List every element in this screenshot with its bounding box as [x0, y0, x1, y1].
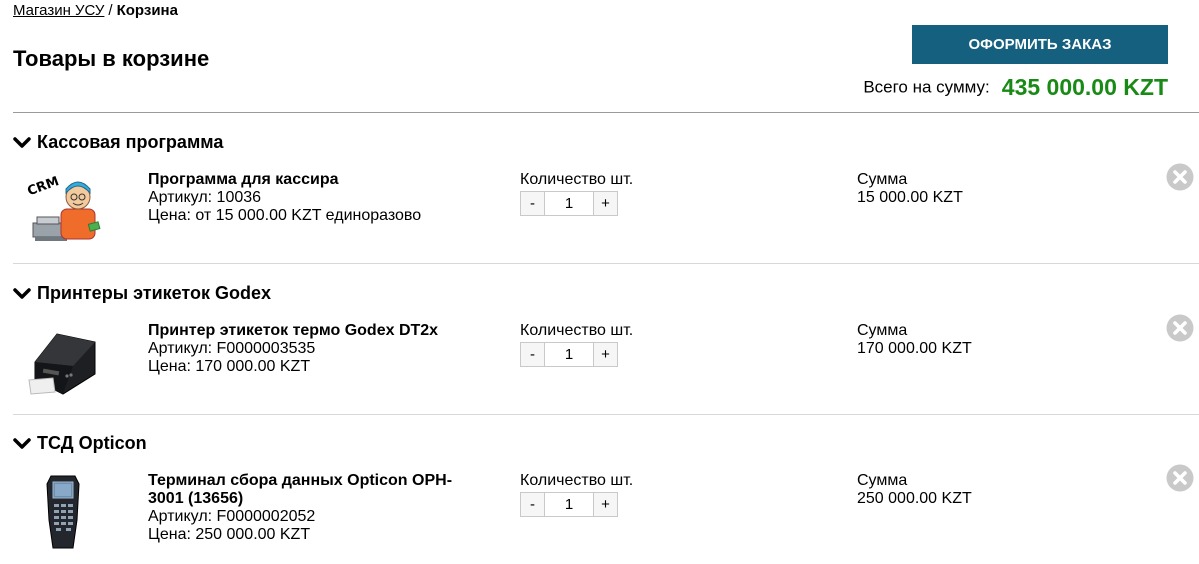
line-sum: Сумма 15 000.00 KZT [857, 171, 963, 207]
quantity-input[interactable] [545, 342, 593, 367]
quantity-block: Количество шт. - + [520, 171, 633, 216]
quantity-decrease-button[interactable]: - [520, 342, 545, 367]
product-name: Принтер этикеток термо Godex DT2x [148, 322, 439, 339]
quantity-increase-button[interactable]: + [593, 342, 618, 367]
remove-item-icon[interactable] [1166, 314, 1194, 342]
quantity-decrease-button[interactable]: - [520, 492, 545, 517]
product-price: Цена: от 15 000.00 KZT единоразово [148, 207, 422, 224]
product-price: Цена: 250 000.00 KZT [148, 526, 311, 543]
barcode-terminal-image [23, 472, 103, 552]
product-sku: Артикул: F0000002052 [148, 508, 316, 525]
quantity-block: Количество шт. - + [520, 322, 633, 367]
chevron-down-icon [13, 437, 31, 449]
quantity-input[interactable] [545, 191, 593, 216]
checkout-button[interactable]: Оформить заказ [912, 25, 1168, 64]
product-info: Терминал сбора данных Opticon OPH-3001 (… [148, 472, 478, 544]
product-sku: Артикул: F0000003535 [148, 340, 316, 357]
quantity-increase-button[interactable]: + [593, 191, 618, 216]
sum-label: Сумма [857, 322, 908, 339]
sum-label: Сумма [857, 171, 908, 188]
chevron-down-icon [13, 287, 31, 299]
cart-section: Кассовая программа CRM Программа для кас… [13, 113, 1199, 264]
section-header-toggle[interactable]: Кассовая программа [13, 132, 223, 153]
remove-item-icon[interactable] [1166, 464, 1194, 492]
quantity-label: Количество шт. [520, 472, 634, 489]
line-sum: Сумма 170 000.00 KZT [857, 322, 972, 358]
product-info: Программа для кассира Артикул: 10036 Цен… [148, 171, 478, 225]
product-price: Цена: 170 000.00 KZT [148, 358, 311, 375]
quantity-stepper: - + [520, 342, 633, 367]
product-sku: Артикул: 10036 [148, 189, 262, 206]
sum-value: 170 000.00 KZT [857, 340, 972, 357]
total-label: Всего на сумму: [863, 77, 990, 97]
product-name: Терминал сбора данных Opticon OPH-3001 (… [148, 472, 453, 507]
chevron-down-icon [13, 136, 31, 148]
section-title: Принтеры этикеток Godex [37, 283, 272, 303]
section-title: Кассовая программа [37, 132, 224, 152]
breadcrumb-current: Корзина [116, 2, 178, 19]
quantity-block: Количество шт. - + [520, 472, 633, 517]
cart-section: ТСД Opticon Терминал сбора данных Optico… [13, 414, 1199, 564]
section-header-toggle[interactable]: Принтеры этикеток Godex [13, 283, 271, 304]
breadcrumb: Магазин УСУ / Корзина [13, 2, 178, 19]
product-name: Программа для кассира [148, 171, 339, 188]
quantity-label: Количество шт. [520, 322, 634, 339]
line-sum: Сумма 250 000.00 KZT [857, 472, 972, 508]
section-title: ТСД Opticon [37, 433, 147, 453]
label-printer-image [23, 322, 103, 402]
breadcrumb-separator: / [108, 2, 113, 19]
total-value: 435 000.00 KZT [1001, 74, 1168, 100]
page-title: Товары в корзине [13, 46, 210, 71]
sum-value: 15 000.00 KZT [857, 189, 963, 206]
product-info: Принтер этикеток термо Godex DT2x Артику… [148, 322, 478, 376]
sum-label: Сумма [857, 472, 908, 489]
quantity-stepper: - + [520, 492, 633, 517]
quantity-increase-button[interactable]: + [593, 492, 618, 517]
remove-item-icon[interactable] [1166, 163, 1194, 191]
quantity-label: Количество шт. [520, 171, 634, 188]
sum-value: 250 000.00 KZT [857, 490, 972, 507]
quantity-decrease-button[interactable]: - [520, 191, 545, 216]
cashier-program-image: CRM [23, 171, 103, 251]
breadcrumb-home-link[interactable]: Магазин УСУ [13, 2, 104, 19]
quantity-stepper: - + [520, 191, 633, 216]
cart-section: Принтеры этикеток Godex Принтер этикеток… [13, 264, 1199, 415]
section-header-toggle[interactable]: ТСД Opticon [13, 433, 147, 454]
order-total: Всего на сумму: 435 000.00 KZT [863, 74, 1168, 101]
quantity-input[interactable] [545, 492, 593, 517]
